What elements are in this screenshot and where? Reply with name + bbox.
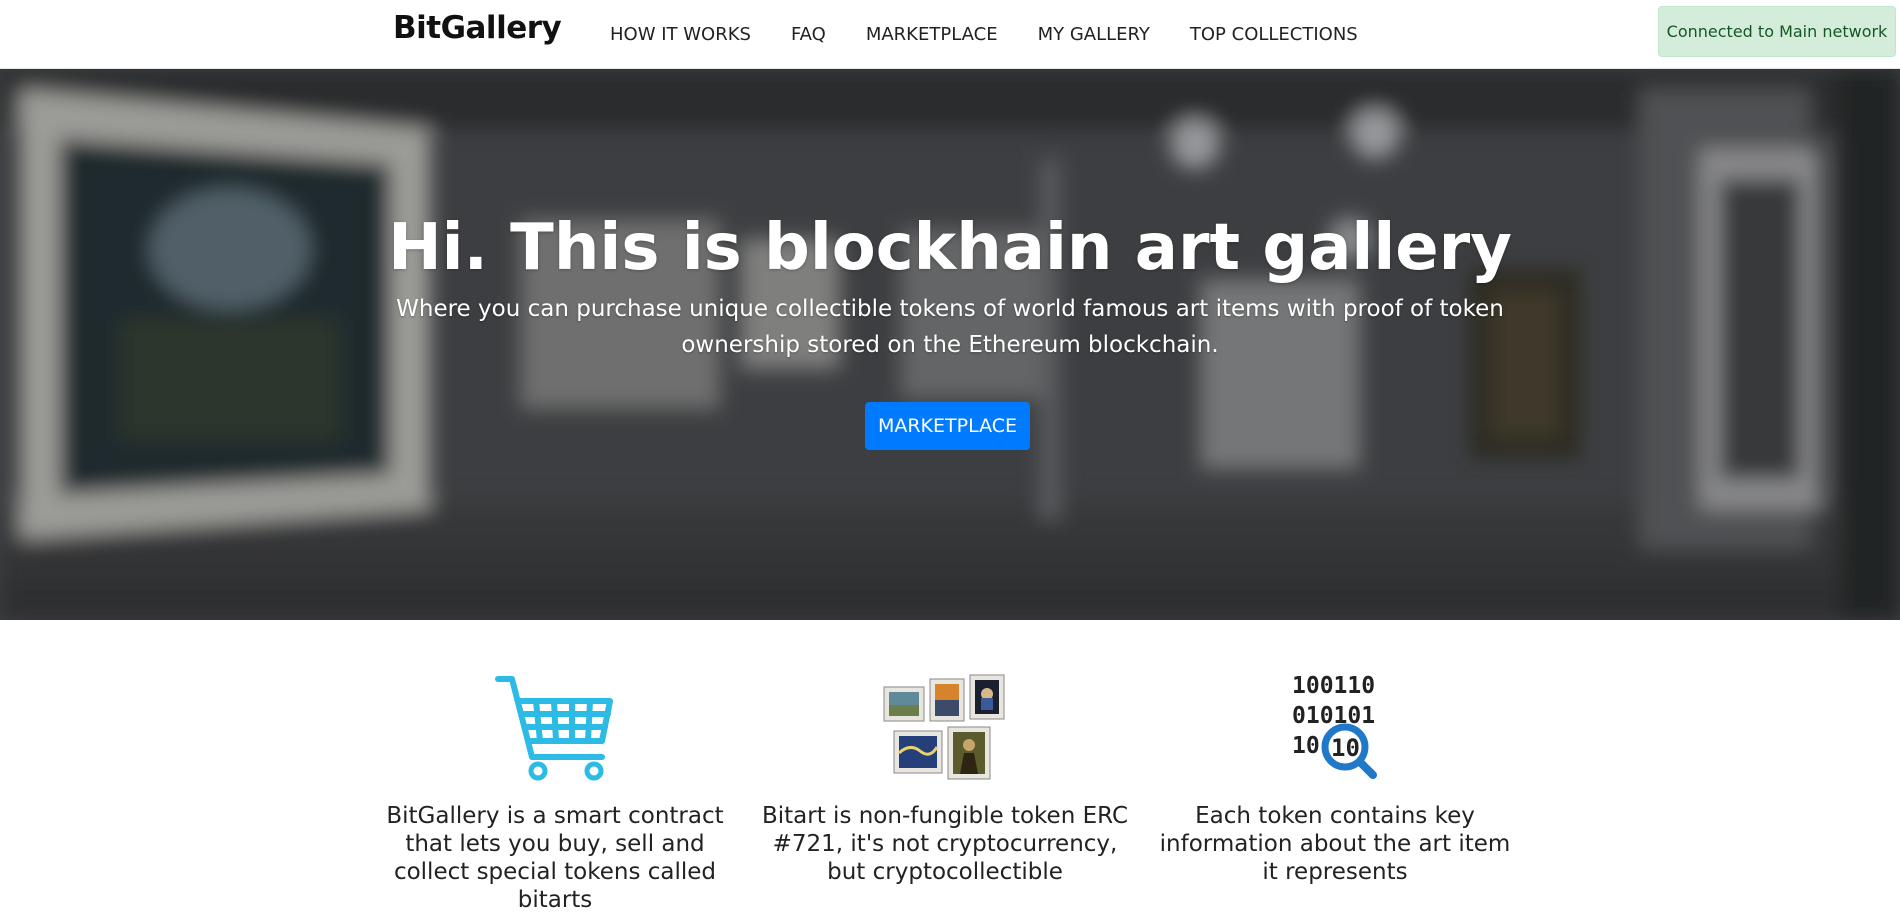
binary-row: 100110 [1292, 673, 1375, 699]
feature-text: Bitart is non-fungible token ERC #721, i… [761, 803, 1129, 885]
feature-token-info: 100110 010101 10 10 Each token contains … [1150, 668, 1520, 886]
nav-faq[interactable]: FAQ [791, 24, 826, 45]
marketplace-button[interactable]: MARKETPLACE [865, 402, 1030, 450]
feature-erc721: Bitart is non-fungible token ERC #721, i… [760, 668, 1130, 886]
network-status-badge: Connected to Main network [1658, 6, 1896, 57]
nav-top-collections[interactable]: TOP COLLECTIONS [1190, 24, 1358, 45]
binary-row: 010101 [1292, 703, 1375, 729]
binary-row: 10 [1292, 733, 1320, 759]
hero-subtitle: Where you can purchase unique collectibl… [396, 296, 1504, 358]
nav-how-it-works[interactable]: HOW IT WORKS [610, 24, 751, 45]
hero-title: Hi. This is blockhain art gallery [388, 211, 1512, 285]
main-nav: HOW IT WORKS FAQ MARKETPLACE MY GALLERY … [610, 0, 1398, 69]
nav-my-gallery[interactable]: MY GALLERY [1038, 24, 1150, 45]
feature-text: Each token contains key information abou… [1159, 803, 1511, 885]
binary-row: 10 [1331, 734, 1360, 762]
framed-paintings-icon [760, 668, 1130, 786]
navbar: BitGallery HOW IT WORKS FAQ MARKETPLACE … [0, 0, 1900, 69]
brand-logo[interactable]: BitGallery [393, 10, 562, 46]
hero-content: Hi. This is blockhain art gallery Where … [0, 69, 1900, 620]
feature-text: BitGallery is a smart contract that lets… [386, 803, 724, 913]
binary-magnifier-icon: 100110 010101 10 10 [1150, 668, 1520, 786]
nav-marketplace[interactable]: MARKETPLACE [866, 24, 998, 45]
shopping-cart-icon [370, 668, 740, 786]
hero-banner: Hi. This is blockhain art gallery Where … [0, 69, 1900, 620]
feature-smart-contract: BitGallery is a smart contract that lets… [370, 668, 740, 914]
